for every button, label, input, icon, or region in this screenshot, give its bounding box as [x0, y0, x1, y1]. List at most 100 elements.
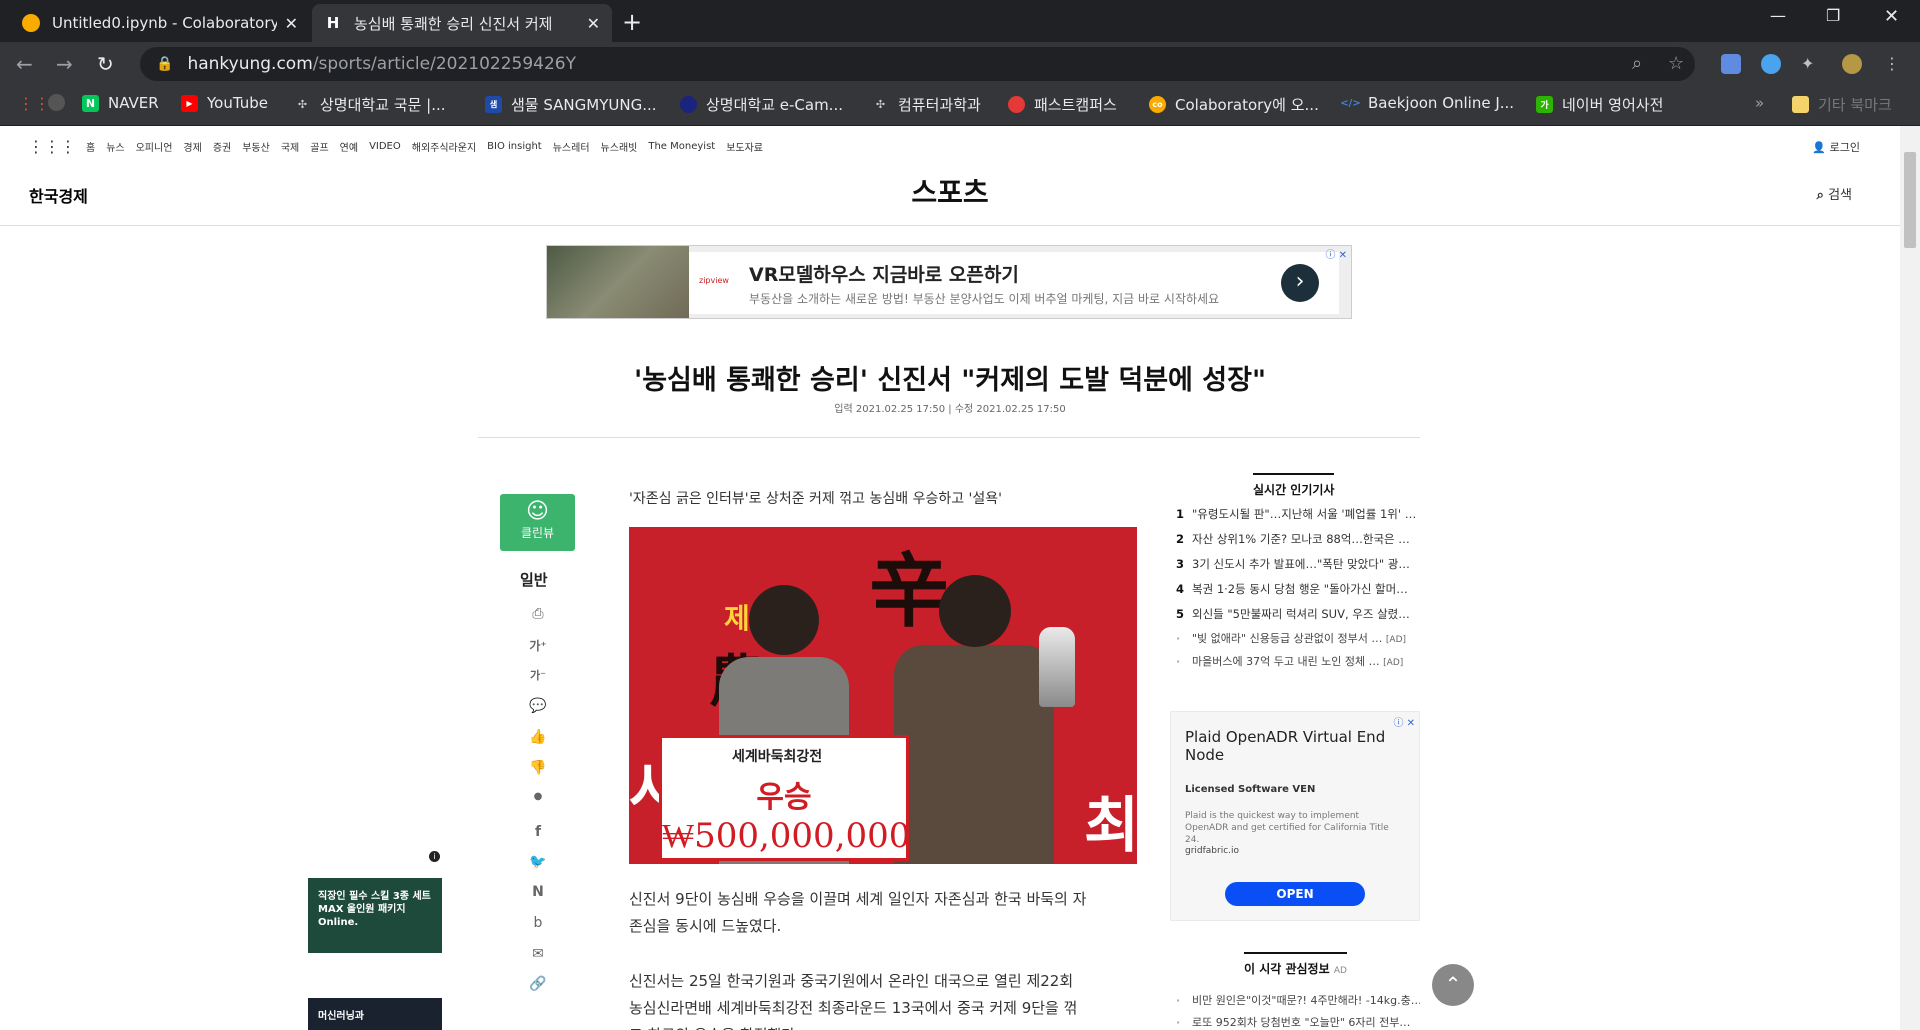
left-ad-2[interactable]: 머신러닝과: [308, 998, 442, 1030]
close-window-button[interactable]: ✕: [1884, 6, 1899, 27]
bookmark-blank-icon[interactable]: [48, 94, 74, 111]
forward-icon[interactable]: →: [56, 52, 73, 76]
like-icon[interactable]: 👍: [528, 729, 548, 745]
menu-icon[interactable]: ⋮: [1884, 54, 1904, 74]
left-ad-1[interactable]: 직장인 필수 스킬 3종 세트 MAX 올인원 패키지 Online.: [308, 878, 442, 953]
nav-news[interactable]: 뉴스: [106, 139, 124, 154]
other-bookmarks[interactable]: 기타 북마크: [1792, 94, 1892, 115]
ranking-item[interactable]: 3 3기 신도시 추가 발표에…"폭탄 맞았다" 광…: [1176, 556, 1420, 572]
bookmark-cs[interactable]: ✣ 컴퓨터과학과: [872, 94, 981, 115]
cleanview-button[interactable]: ☺ 클린뷰: [500, 494, 575, 551]
ranking-item[interactable]: 1 "유령도시될 판"…지난해 서울 '폐업률 1위' …: [1176, 506, 1420, 522]
new-tab-button[interactable]: +: [622, 8, 642, 36]
nav-moneyist[interactable]: The Moneyist: [648, 141, 715, 152]
font-decrease-icon[interactable]: 가⁻: [528, 667, 548, 683]
email-icon[interactable]: ✉: [528, 946, 548, 962]
bookmark-smu[interactable]: ✣ 상명대학교 국문 |...: [294, 94, 446, 115]
nav-opinion[interactable]: 오피니언: [136, 139, 173, 154]
nav-home[interactable]: 홈: [86, 139, 95, 154]
scrollbar-thumb[interactable]: [1904, 152, 1916, 248]
nav-video[interactable]: VIDEO: [369, 141, 401, 152]
ranking-ad-item[interactable]: · "빚 없애라" 신용등급 상관없이 정부서 … [AD]: [1176, 630, 1420, 646]
baekjoon-icon: </>: [1340, 97, 1361, 109]
ecampus-icon: [680, 96, 697, 113]
top-ad-banner[interactable]: zipview VR모델하우스 지금바로 오픈하기 부동산을 소개하는 새로운 …: [546, 245, 1352, 319]
page-scrollbar[interactable]: [1900, 126, 1920, 1030]
reload-icon[interactable]: ↻: [97, 52, 114, 76]
nav-international[interactable]: 국제: [281, 139, 299, 154]
puzzle-icon[interactable]: ✦: [1801, 54, 1821, 74]
nav-entertainment[interactable]: 연예: [340, 139, 358, 154]
folder-icon: [1792, 96, 1809, 113]
article-headline: '농심배 통쾌한 승리' 신진서 "커제의 도발 덕분에 성장": [633, 365, 1267, 396]
interest-item[interactable]: · 비만 원인은"이것"때문?! 4주만해라! -14kg.충…: [1176, 992, 1420, 1008]
nav-newsrabbit[interactable]: 뉴스래빗: [601, 139, 638, 154]
band-icon[interactable]: b: [528, 915, 548, 931]
bookmark-ecampus[interactable]: 상명대학교 e-Cam...: [680, 94, 843, 115]
extension-icon[interactable]: [1721, 54, 1741, 74]
bookmark-label: 패스트캠퍼스: [1034, 96, 1117, 114]
tab-colab[interactable]: Untitled0.ipynb - Colaboratory ✕: [10, 4, 310, 42]
minimize-button[interactable]: —: [1770, 6, 1786, 25]
ranking-item[interactable]: 5 외신들 "5만불짜리 럭셔리 SUV, 우즈 살렸…: [1176, 606, 1420, 622]
article-photo[interactable]: 제22회 農 辛 사 최 세계바둑최강전 우승 ₩500,000,000: [629, 527, 1137, 864]
bookmark-fastcampus[interactable]: 패스트캠퍼스: [1008, 94, 1117, 115]
nav-newsletter[interactable]: 뉴스레터: [553, 139, 590, 154]
bookmark-naver-dict[interactable]: 가 네이버 영어사전: [1536, 94, 1663, 115]
bookmark-colab[interactable]: co Colaboratory에 오...: [1149, 94, 1319, 115]
close-tab-icon[interactable]: ✕: [285, 14, 298, 33]
nav-economy[interactable]: 경제: [183, 139, 201, 154]
ranking-item[interactable]: 4 복권 1·2등 동시 당첨 행운 "돌아가신 할머…: [1176, 581, 1420, 597]
dislike-icon[interactable]: 👎: [528, 760, 548, 776]
bookmark-star-icon[interactable]: ☆: [1668, 53, 1684, 74]
bookmark-naver[interactable]: N NAVER: [82, 94, 159, 112]
ad-close-icon[interactable]: ⓘ ✕: [1325, 246, 1347, 261]
bookmark-label: 기타 북마크: [1818, 96, 1892, 114]
url-host: hankyung.com: [187, 54, 313, 74]
cloud-extension-icon[interactable]: [1761, 54, 1781, 74]
login-link[interactable]: 👤 로그인: [1812, 139, 1860, 155]
fastcampus-icon: [1008, 96, 1025, 113]
nav-bio-insight[interactable]: BIO insight: [487, 141, 542, 152]
bookmark-label: Baekjoon Online J...: [1368, 94, 1515, 112]
rank-number: 5: [1176, 607, 1185, 621]
back-icon[interactable]: ←: [16, 52, 33, 76]
print-icon[interactable]: ⎙: [528, 606, 548, 622]
bookmark-baekjoon[interactable]: </> Baekjoon Online J...: [1340, 94, 1515, 112]
nav-foreign-stock[interactable]: 해외주식라운지: [412, 139, 476, 154]
ad-arrow-button[interactable]: ›: [1281, 264, 1319, 302]
ad-tag: [AD]: [1383, 658, 1404, 668]
profile-avatar[interactable]: [1842, 54, 1862, 74]
tab-hankyung[interactable]: H 농심배 통쾌한 승리 신진서 커제 ✕: [312, 4, 612, 42]
article-genre: 일반: [520, 571, 548, 589]
nav-press-release[interactable]: 보도자료: [726, 139, 763, 154]
ranking-item[interactable]: 2 자산 상위1% 기준? 모나코 88억…한국은 …: [1176, 531, 1420, 547]
font-increase-icon[interactable]: 가⁺: [528, 637, 548, 654]
ranking-ad-item[interactable]: · 마을버스에 37억 두고 내린 노인 정체 … [AD]: [1176, 653, 1420, 669]
address-bar[interactable]: 🔒 hankyung.com/sports/article/2021022594…: [140, 47, 1695, 81]
naver-share-icon[interactable]: N: [528, 884, 548, 900]
interest-item[interactable]: · 로또 952회차 당첨번호 "오늘만" 6자리 전부…: [1176, 1014, 1420, 1030]
kakaotalk-icon[interactable]: ●: [528, 791, 548, 802]
info-icon[interactable]: i: [429, 851, 440, 862]
bookmark-sammul[interactable]: 샘 샘물 SANGMYUNG...: [485, 94, 657, 115]
bookmark-youtube[interactable]: ▶ YouTube: [181, 94, 268, 112]
nav-realestate[interactable]: 부동산: [242, 139, 270, 154]
zoom-icon[interactable]: ⌕: [1632, 53, 1642, 74]
twitter-icon[interactable]: 🐦: [528, 854, 548, 870]
facebook-icon[interactable]: f: [528, 824, 548, 840]
restore-button[interactable]: ❐: [1826, 6, 1840, 25]
nav-stock[interactable]: 증권: [213, 139, 231, 154]
comment-icon[interactable]: 💬: [528, 698, 548, 714]
side-ad[interactable]: ⓘ ✕ Plaid OpenADR Virtual End Node Licen…: [1170, 711, 1420, 921]
side-ad-open-button[interactable]: OPEN: [1225, 882, 1365, 906]
all-menu-icon[interactable]: ⋮⋮⋮: [28, 137, 76, 156]
nav-golf[interactable]: 골프: [310, 139, 328, 154]
search-button[interactable]: ⌕ 검색: [1817, 184, 1852, 203]
article-subtitle: '자존심 긁은 인터뷰'로 상처준 커제 꺾고 농심배 우승하고 '설욕': [629, 491, 1002, 507]
ad-close-icon[interactable]: ⓘ ✕: [1393, 714, 1415, 729]
scroll-to-top-button[interactable]: ⌃: [1432, 964, 1474, 1006]
link-icon[interactable]: 🔗: [528, 976, 548, 992]
more-bookmarks-icon[interactable]: »: [1755, 94, 1764, 112]
close-tab-icon[interactable]: ✕: [587, 14, 600, 33]
